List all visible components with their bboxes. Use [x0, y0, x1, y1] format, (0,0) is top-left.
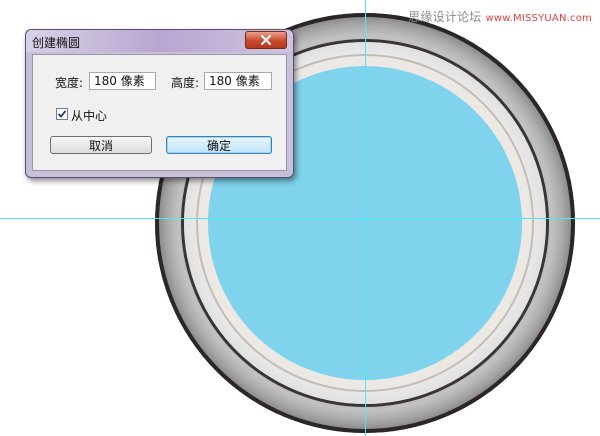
- watermark-text: 思缘设计论坛: [408, 10, 482, 24]
- dialog-body: 宽度: 180 像素 高度: 180 像素 从中心 取消 确定: [32, 54, 287, 171]
- create-ellipse-dialog: 创建椭圆 宽度: 180 像素 高度: 180 像素 从中心 取消 确定: [25, 29, 294, 178]
- from-center-label[interactable]: 从中心: [71, 107, 107, 124]
- watermark-url: www.MISSYUAN.com: [485, 13, 592, 24]
- cancel-button[interactable]: 取消: [50, 136, 152, 154]
- height-label: 高度:: [171, 76, 200, 90]
- dialog-title: 创建椭圆: [32, 36, 81, 50]
- height-field[interactable]: 180 像素: [204, 72, 272, 90]
- ok-button-label: 确定: [206, 138, 231, 153]
- dialog-titlebar[interactable]: 创建椭圆: [26, 30, 293, 52]
- checkmark-icon: [57, 110, 67, 118]
- close-button[interactable]: [245, 31, 287, 49]
- from-center-checkbox[interactable]: [56, 108, 68, 120]
- width-field[interactable]: 180 像素: [89, 72, 156, 90]
- cancel-button-label: 取消: [88, 138, 113, 153]
- ok-button[interactable]: 确定: [166, 136, 272, 154]
- horizontal-guide-line[interactable]: [0, 218, 600, 219]
- close-icon: [261, 35, 271, 45]
- watermark: 思缘设计论坛 www.MISSYUAN.com: [408, 8, 592, 25]
- width-label: 宽度:: [55, 76, 84, 90]
